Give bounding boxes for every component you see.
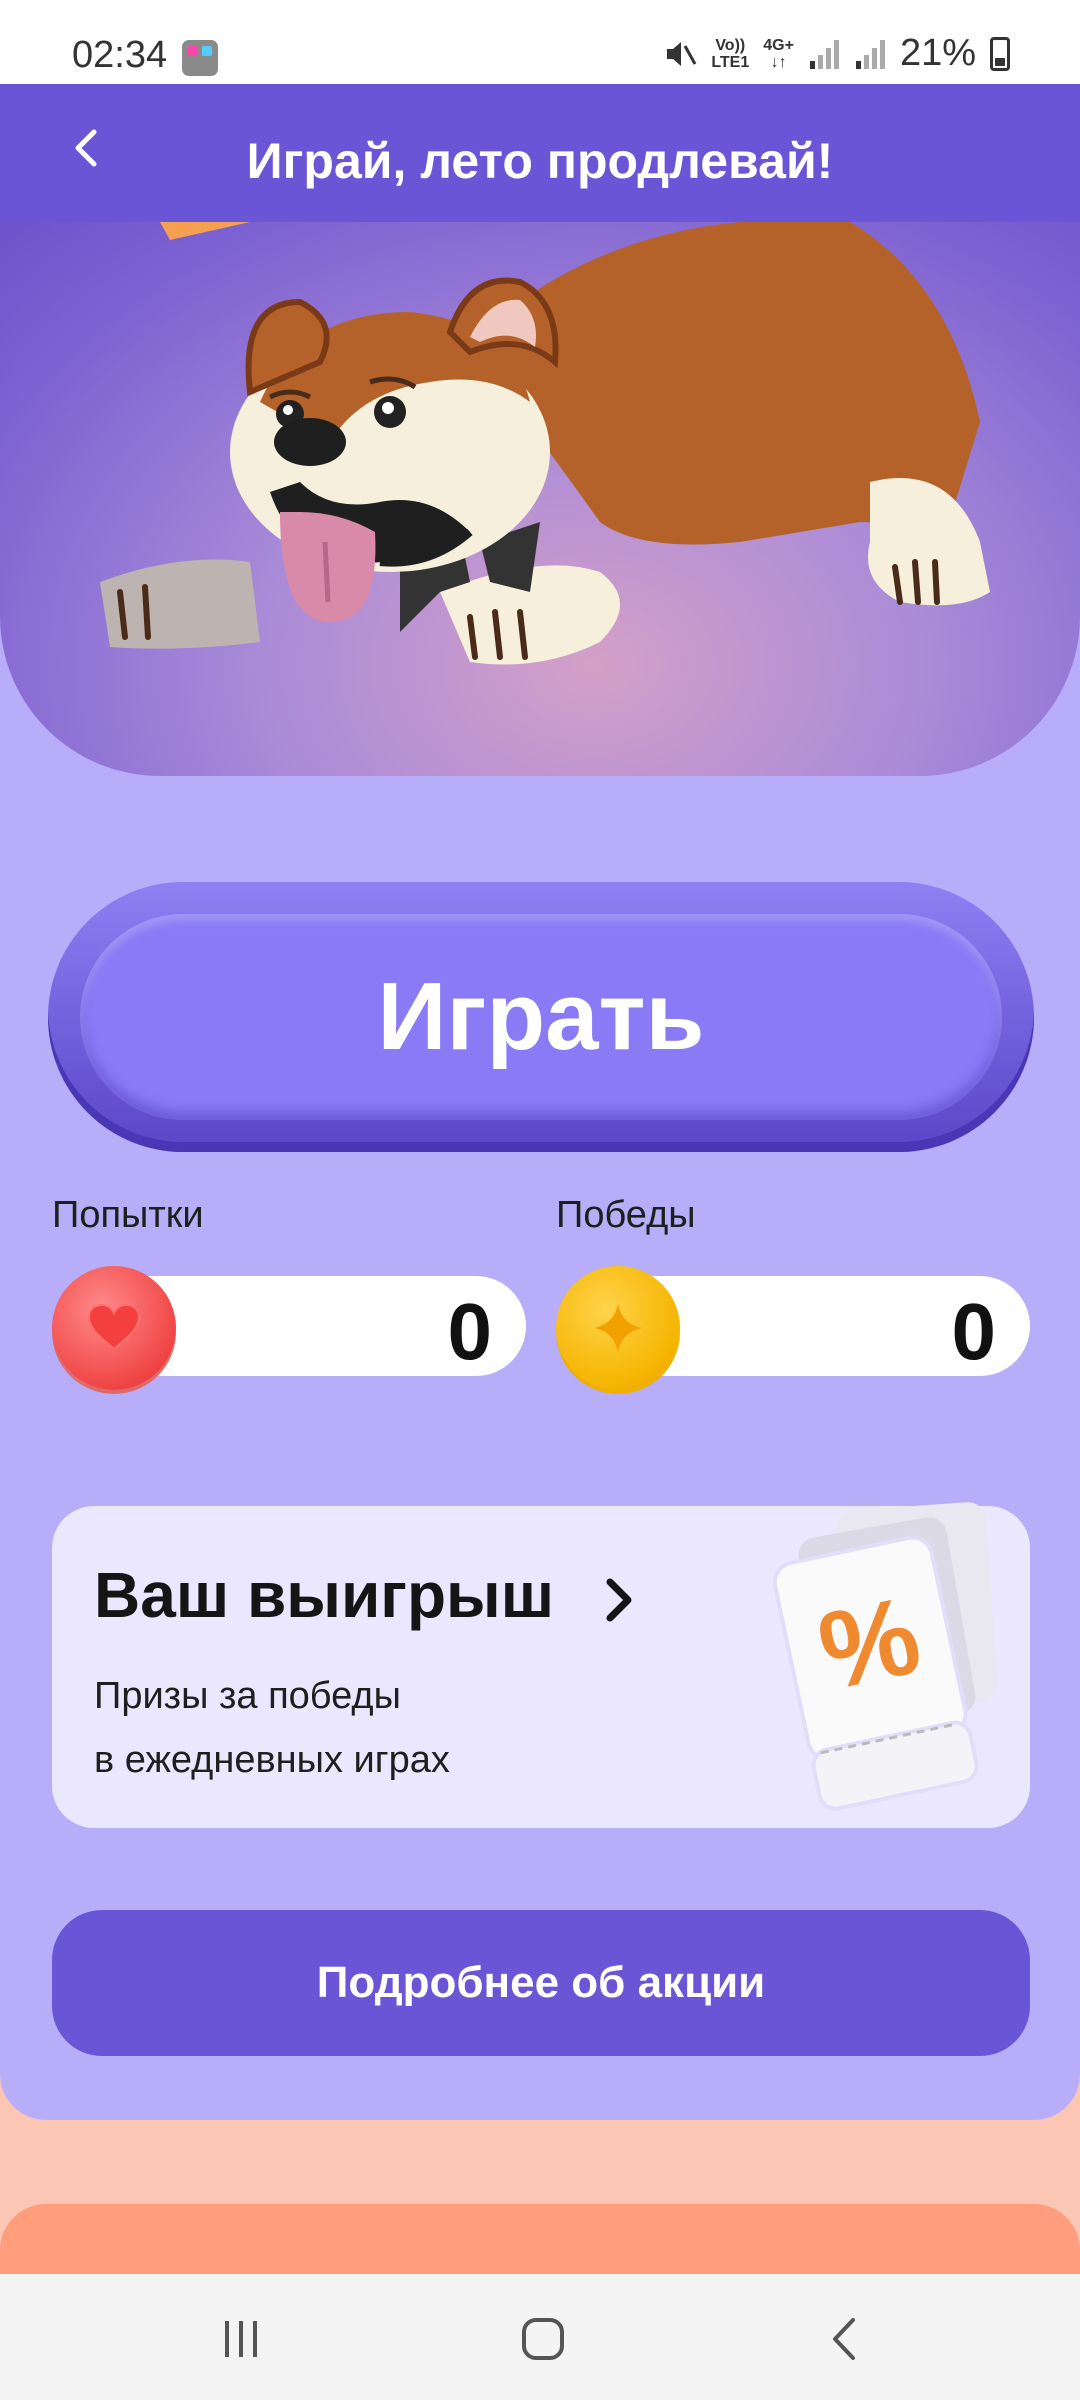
recents-icon[interactable]: [206, 2304, 276, 2374]
app-header: Играй, лето продлевай!: [0, 84, 1080, 222]
hero-banner: [0, 222, 1080, 776]
wins-value: 0: [951, 1287, 997, 1376]
winnings-card[interactable]: Ваш выигрыш Призы за победы в ежедневных…: [52, 1502, 1030, 1828]
volte-indicator: Vo)) LTE1: [711, 37, 749, 71]
coupon-illustration: %: [742, 1486, 1022, 1826]
volte-top-text: Vo)): [715, 36, 746, 54]
home-icon[interactable]: [508, 2304, 578, 2374]
back-icon[interactable]: [810, 2304, 880, 2374]
promo-card: Играй, лето продлевай! Играть Попытки По…: [0, 84, 1080, 2120]
bulldog-illustration: [100, 222, 990, 665]
winnings-subtitle-line1: Призы за победы: [94, 1675, 401, 1717]
signal-icon-sim1: [809, 39, 839, 69]
winnings-subtitle-line2: в ежедневных играх: [94, 1739, 450, 1781]
battery-icon: [990, 36, 1010, 71]
status-time: 02:34: [72, 34, 168, 76]
system-nav-bar: [0, 2274, 1080, 2400]
mute-icon: [667, 41, 697, 66]
chevron-right-icon: [606, 1578, 632, 1622]
winnings-subtitle: Призы за победы в ежедневных играх: [94, 1664, 450, 1792]
wins-label: Победы: [556, 1194, 696, 1236]
data-indicator: 4G+ ↓↑: [763, 37, 794, 71]
attempts-value: 0: [447, 1287, 493, 1376]
volte-bottom-text: LTE1: [711, 53, 750, 71]
status-bar: 02:34 Vo)) LTE1 4G+ ↓↑ 21%: [0, 0, 1080, 84]
heart-icon: [52, 1266, 176, 1390]
page-title: Играй, лето продлевай!: [246, 133, 834, 189]
play-button[interactable]: Играть: [80, 914, 1002, 1120]
attempts-label: Попытки: [52, 1194, 204, 1236]
next-section-card: [0, 2204, 1080, 2284]
more-info-button[interactable]: Подробнее об акции: [52, 1910, 1030, 2056]
data-top-text: 4G+: [763, 36, 794, 54]
status-indicators: Vo)) LTE1 4G+ ↓↑ 21%: [663, 32, 1010, 75]
app-notification-icon: [182, 40, 218, 76]
data-bottom-text: ↓↑: [770, 53, 787, 71]
battery-percent: 21%: [899, 32, 976, 74]
signal-icon-sim2: [855, 39, 885, 69]
coin-star-icon: [556, 1266, 680, 1390]
winnings-title: Ваш выигрыш: [94, 1559, 555, 1631]
attempts-counter: 0: [52, 1266, 526, 1390]
wins-counter: 0: [556, 1266, 1030, 1390]
